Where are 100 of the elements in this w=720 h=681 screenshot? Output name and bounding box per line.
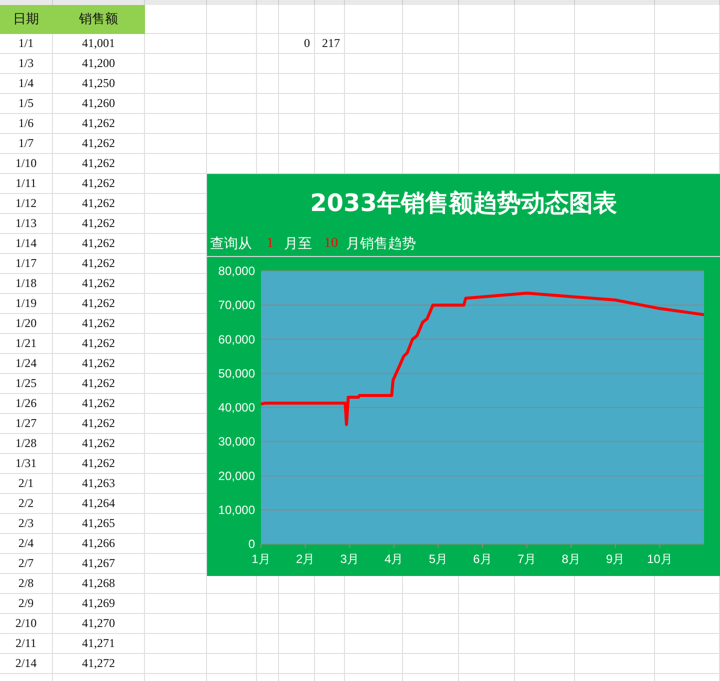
sales-cell: 41,262 xyxy=(53,194,145,214)
empty-cell xyxy=(315,5,345,34)
empty-cell xyxy=(345,94,403,114)
empty-cell xyxy=(515,5,575,34)
empty-cell xyxy=(655,614,720,634)
sales-cell: 41,250 xyxy=(53,74,145,94)
x-axis-label: 4月 xyxy=(384,552,404,566)
date-cell: 2/9 xyxy=(0,594,53,614)
date-cell: 1/31 xyxy=(0,454,53,474)
sales-cell: 41,266 xyxy=(53,534,145,554)
x-axis-label: 5月 xyxy=(428,552,448,566)
empty-cell xyxy=(403,94,459,114)
x-axis-label: 10月 xyxy=(647,552,672,566)
y-axis-label: 30,000 xyxy=(218,434,255,449)
sales-cell: 41,262 xyxy=(53,314,145,334)
date-cell: 2/7 xyxy=(0,554,53,574)
date-cell: 1/19 xyxy=(0,294,53,314)
empty-cell xyxy=(257,94,279,114)
empty-cell xyxy=(459,74,515,94)
empty-cell xyxy=(145,574,207,594)
empty-cell xyxy=(345,594,403,614)
date-cell: 1/24 xyxy=(0,354,53,374)
date-cell: 1/6 xyxy=(0,114,53,134)
empty-cell xyxy=(459,94,515,114)
empty-cell xyxy=(345,74,403,94)
empty-cell xyxy=(257,134,279,154)
empty-cell xyxy=(145,74,207,94)
table-cell: 0 xyxy=(279,34,315,54)
empty-cell xyxy=(515,634,575,654)
empty-cell xyxy=(403,54,459,74)
empty-cell xyxy=(279,5,315,34)
end-month: 10 xyxy=(323,236,339,252)
empty-cell xyxy=(279,594,315,614)
date-cell: 1/3 xyxy=(0,54,53,74)
empty-cell xyxy=(459,614,515,634)
date-cell: 1/4 xyxy=(0,74,53,94)
sales-cell: 41,262 xyxy=(53,214,145,234)
empty-cell xyxy=(279,54,315,74)
sales-cell: 41,267 xyxy=(53,554,145,574)
date-cell: 2/4 xyxy=(0,534,53,554)
empty-cell xyxy=(145,54,207,74)
empty-cell xyxy=(345,114,403,134)
date-cell: 1/18 xyxy=(0,274,53,294)
empty-cell xyxy=(145,34,207,54)
empty-cell xyxy=(345,54,403,74)
sales-cell: 41,262 xyxy=(53,454,145,474)
empty-cell xyxy=(515,614,575,634)
y-axis-label: 10,000 xyxy=(218,502,255,517)
empty-cell xyxy=(257,634,279,654)
sales-cell: 41,262 xyxy=(53,254,145,274)
date-cell: 2/11 xyxy=(0,634,53,654)
date-cell: 1/20 xyxy=(0,314,53,334)
empty-cell xyxy=(345,5,403,34)
date-cell: 2/8 xyxy=(0,574,53,594)
empty-cell xyxy=(207,34,257,54)
x-axis-label: 9月 xyxy=(606,552,625,566)
column-header: 销售额 xyxy=(53,5,145,34)
sales-cell: 41,262 xyxy=(53,414,145,434)
date-cell: 1/17 xyxy=(0,254,53,274)
date-cell: 1/14 xyxy=(0,234,53,254)
query-label: 月至 xyxy=(284,236,312,253)
empty-cell xyxy=(207,74,257,94)
empty-cell xyxy=(145,634,207,654)
empty-cell xyxy=(459,5,515,34)
empty-cell xyxy=(145,594,207,614)
empty-cell xyxy=(279,74,315,94)
sales-cell: 41,262 xyxy=(53,374,145,394)
empty-cell xyxy=(257,614,279,634)
x-axis-label: 3月 xyxy=(340,552,359,566)
empty-cell xyxy=(207,54,257,74)
table-cell: 217 xyxy=(315,34,345,54)
empty-cell xyxy=(279,94,315,114)
empty-cell xyxy=(315,594,345,614)
y-axis-label: 70,000 xyxy=(218,298,255,312)
sales-cell: 41,262 xyxy=(53,154,145,174)
empty-cell xyxy=(403,114,459,134)
empty-cell xyxy=(655,74,720,94)
query-label: 查询从 xyxy=(210,236,252,253)
empty-cell xyxy=(315,654,345,674)
empty-cell xyxy=(207,114,257,134)
sales-cell: 41,262 xyxy=(53,234,145,254)
empty-cell xyxy=(207,594,257,614)
x-axis-label: 2月 xyxy=(296,552,315,566)
empty-cell xyxy=(145,94,207,114)
x-axis-label: 6月 xyxy=(473,552,492,566)
date-cell: 1/25 xyxy=(0,374,53,394)
y-axis-label: 60,000 xyxy=(218,332,255,346)
empty-cell xyxy=(403,134,459,154)
empty-cell xyxy=(257,54,279,74)
sales-cell: 41,262 xyxy=(53,334,145,354)
empty-cell xyxy=(459,34,515,54)
empty-cell xyxy=(207,134,257,154)
y-axis-label: 80,000 xyxy=(218,264,255,278)
empty-cell xyxy=(315,634,345,654)
empty-cell xyxy=(515,54,575,74)
empty-cell xyxy=(279,134,315,154)
date-cell: 2/2 xyxy=(0,494,53,514)
date-cell: 1/5 xyxy=(0,94,53,114)
date-cell: 2/1 xyxy=(0,474,53,494)
empty-cell xyxy=(655,594,720,614)
